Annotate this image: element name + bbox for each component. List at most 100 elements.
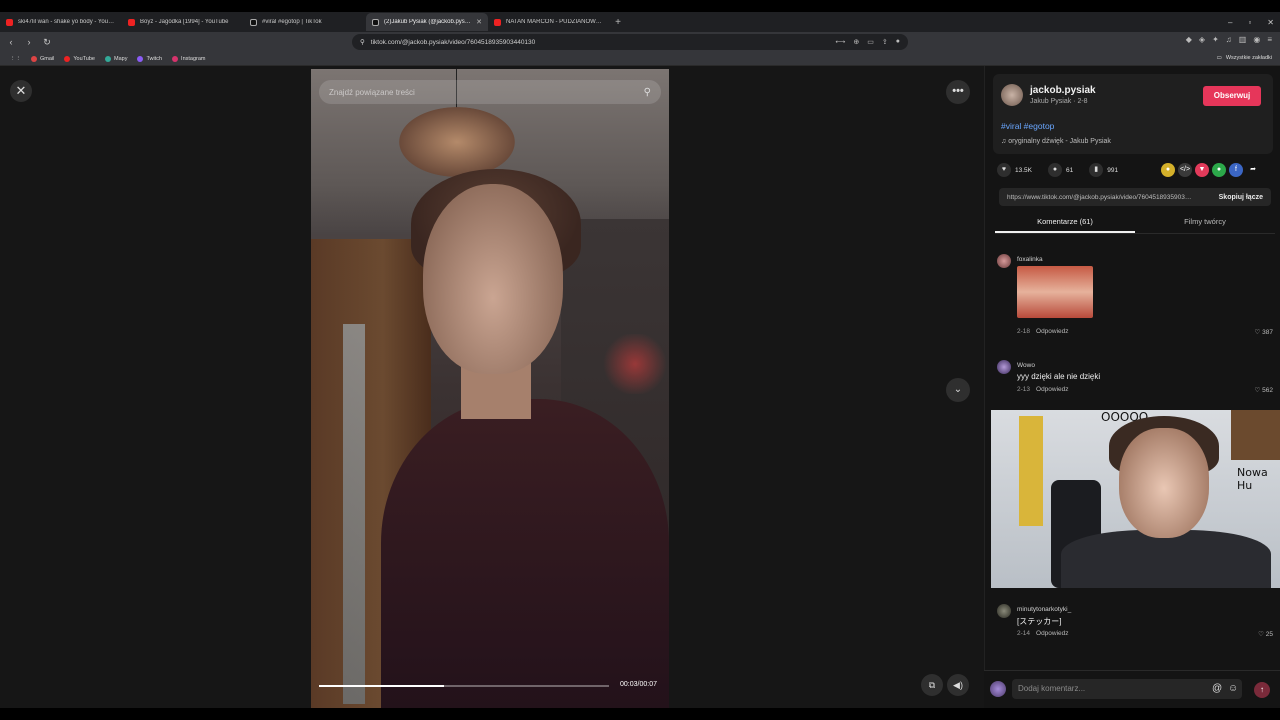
- browser-tab[interactable]: Boyz - Jagódka [1994] - YouTube: [122, 13, 244, 31]
- send-to-friend-icon[interactable]: ▼: [1195, 163, 1209, 177]
- reload-icon[interactable]: ↻: [40, 37, 54, 48]
- close-tab-icon[interactable]: ✕: [476, 18, 482, 26]
- author-nickname: Jakub Pysiak · 2-8: [1030, 98, 1088, 105]
- bookmark-label: Gmail: [40, 55, 55, 62]
- menu-icon[interactable]: ≡: [1267, 35, 1272, 44]
- heart-icon: ♥: [997, 163, 1011, 177]
- follow-button[interactable]: Obserwuj: [1203, 86, 1261, 106]
- apps-icon[interactable]: ⋮⋮: [10, 56, 21, 62]
- author-username[interactable]: jackob.pysiak: [1030, 85, 1096, 96]
- save-count: 991: [1107, 166, 1119, 174]
- floating-player-icon[interactable]: ⧉: [921, 674, 943, 696]
- bookmark-maps[interactable]: Mapy: [105, 55, 127, 62]
- video-player[interactable]: Znajdź powiązane treści ⚲ 00:03/00:07: [311, 69, 669, 708]
- new-tab-button[interactable]: +: [610, 17, 626, 28]
- reply-button[interactable]: Odpowiedz: [1036, 386, 1069, 393]
- comment-button[interactable]: ● 61: [1048, 163, 1073, 177]
- translate-icon[interactable]: ⟷: [835, 38, 845, 46]
- close-icon[interactable]: ✕: [10, 80, 32, 102]
- reply-button[interactable]: Odpowiedz: [1036, 630, 1069, 637]
- comment-username[interactable]: foxalinka: [1017, 256, 1043, 263]
- video-hashtags[interactable]: #viral #egotop: [1001, 121, 1054, 131]
- avatar[interactable]: [997, 604, 1011, 618]
- puzzle-icon[interactable]: ✦: [1212, 35, 1219, 44]
- video-sound[interactable]: ♫ oryginalny dźwięk - Jakub Pysiak: [1001, 138, 1111, 145]
- send-comment-button[interactable]: ↑: [1254, 682, 1270, 698]
- browser-tab[interactable]: #viral #egotop | TikTok: [244, 13, 366, 31]
- share-arrow-icon[interactable]: ➦: [1246, 163, 1260, 177]
- extension-icon[interactable]: ●: [896, 38, 900, 46]
- save-button[interactable]: ▮ 991: [1089, 163, 1118, 177]
- like-button[interactable]: ♥ 13.5K: [997, 163, 1032, 177]
- all-bookmarks[interactable]: ▭ Wszystkie zakładki: [1217, 55, 1272, 61]
- close-window-icon[interactable]: ✕: [1267, 18, 1274, 27]
- maps-icon: [105, 55, 111, 62]
- forward-icon[interactable]: ›: [22, 37, 36, 47]
- comment-like[interactable]: ♡ 387: [1255, 328, 1274, 336]
- extension-icon[interactable]: ◈: [1199, 35, 1205, 44]
- maximize-icon[interactable]: ▫: [1248, 18, 1251, 27]
- browser-tab[interactable]: NATAN MARCOŃ - PUDZIANOWSKI: [488, 13, 610, 31]
- webcam-person-face: [1119, 428, 1209, 538]
- media-icon[interactable]: ♫: [1226, 35, 1232, 44]
- video-progress-bar[interactable]: [319, 685, 609, 687]
- comment-like[interactable]: ♡ 25: [1258, 630, 1273, 638]
- embed-icon[interactable]: </>: [1178, 163, 1192, 177]
- more-options-icon[interactable]: •••: [946, 80, 970, 104]
- tab-title: NATAN MARCOŃ - PUDZIANOWSKI: [506, 19, 604, 25]
- copy-link-button[interactable]: Skopiuj łącze: [1219, 194, 1263, 201]
- coin-icon[interactable]: ●: [1161, 163, 1175, 177]
- avatar[interactable]: [997, 360, 1011, 374]
- comment-username[interactable]: minutytonarkotyki_: [1017, 606, 1071, 613]
- bookmark-gmail[interactable]: Gmail: [31, 55, 55, 62]
- emoji-icon[interactable]: ☺: [1228, 683, 1238, 694]
- comment-text: yyy dzięki ale nie dzięki: [1017, 372, 1101, 381]
- address-bar-row: ‹ › ↻ ⚲ tiktok.com/@jackob.pysiak/video/…: [0, 32, 1280, 52]
- comment-like[interactable]: ♡ 562: [1255, 386, 1274, 394]
- sidebar-icon[interactable]: ▥: [1239, 35, 1247, 44]
- install-icon[interactable]: ▭: [867, 38, 874, 46]
- reply-button[interactable]: Odpowiedz: [1036, 328, 1069, 335]
- profile-icon[interactable]: ◉: [1253, 35, 1260, 44]
- avatar[interactable]: [997, 254, 1011, 268]
- comment-icon: ●: [1048, 163, 1062, 177]
- browser-tab-active[interactable]: (2)Jakub Pysiak (@jackob.pysiak) ✕: [366, 13, 488, 31]
- omnibox[interactable]: ⚲ tiktok.com/@jackob.pysiak/video/760451…: [352, 34, 908, 50]
- share-icon[interactable]: ⇪: [882, 38, 888, 46]
- facebook-icon[interactable]: f: [1229, 163, 1243, 177]
- browser-tab[interactable]: ski47lil wan - shake yo body - YouTube: [0, 13, 122, 31]
- bookmark-twitch[interactable]: Twitch: [137, 55, 162, 62]
- related-search-input[interactable]: Znajdź powiązane treści ⚲: [319, 80, 661, 104]
- bookmarks-bar: ⋮⋮ Gmail YouTube Mapy Twitch Instagram ▭…: [0, 52, 1280, 66]
- bookmark-youtube[interactable]: YouTube: [64, 55, 95, 62]
- tab-title: #viral #egotop | TikTok: [262, 19, 322, 25]
- avatar[interactable]: [1001, 84, 1023, 106]
- comment-meta: 2-13 Odpowiedz: [1017, 386, 1069, 393]
- site-info-icon[interactable]: ⚲: [360, 38, 365, 46]
- next-video-chevron-icon[interactable]: ⌄: [946, 378, 970, 402]
- minimize-icon[interactable]: –: [1228, 18, 1232, 27]
- youtube-icon: [128, 18, 135, 26]
- tab-creator-videos[interactable]: Filmy twórcy: [1135, 212, 1275, 233]
- comment-input[interactable]: Dodaj komentarz...: [1012, 679, 1242, 699]
- comment-like-count: 562: [1262, 387, 1273, 394]
- share-link-box: https://www.tiktok.com/@jackob.pysiak/vi…: [999, 188, 1271, 206]
- comment-item: foxalinka 2-18 Odpowiedz ♡ 387: [997, 254, 1273, 340]
- comment-text: [ステッカー]: [1017, 617, 1062, 626]
- comment-count: 61: [1066, 166, 1074, 174]
- comment-username[interactable]: Wowo: [1017, 362, 1035, 369]
- share-link[interactable]: https://www.tiktok.com/@jackob.pysiak/vi…: [1007, 194, 1193, 201]
- mention-icon[interactable]: @: [1212, 683, 1222, 694]
- tab-title: Boyz - Jagódka [1994] - YouTube: [140, 19, 229, 25]
- volume-icon[interactable]: ◀): [947, 674, 969, 696]
- share-buttons: ● </> ▼ ● f ➦: [1161, 163, 1260, 177]
- search-icon[interactable]: ⚲: [644, 87, 651, 98]
- whatsapp-icon[interactable]: ●: [1212, 163, 1226, 177]
- back-icon[interactable]: ‹: [4, 37, 18, 47]
- tab-title: (2)Jakub Pysiak (@jackob.pysiak): [384, 19, 472, 25]
- extension-icon[interactable]: ◆: [1186, 35, 1192, 44]
- tab-comments[interactable]: Komentarze (61): [995, 212, 1135, 233]
- bookmark-instagram[interactable]: Instagram: [172, 55, 206, 62]
- zoom-icon[interactable]: ⊕: [853, 38, 859, 46]
- webcam-overlay: OOOOO Nowa Hu: [991, 410, 1280, 588]
